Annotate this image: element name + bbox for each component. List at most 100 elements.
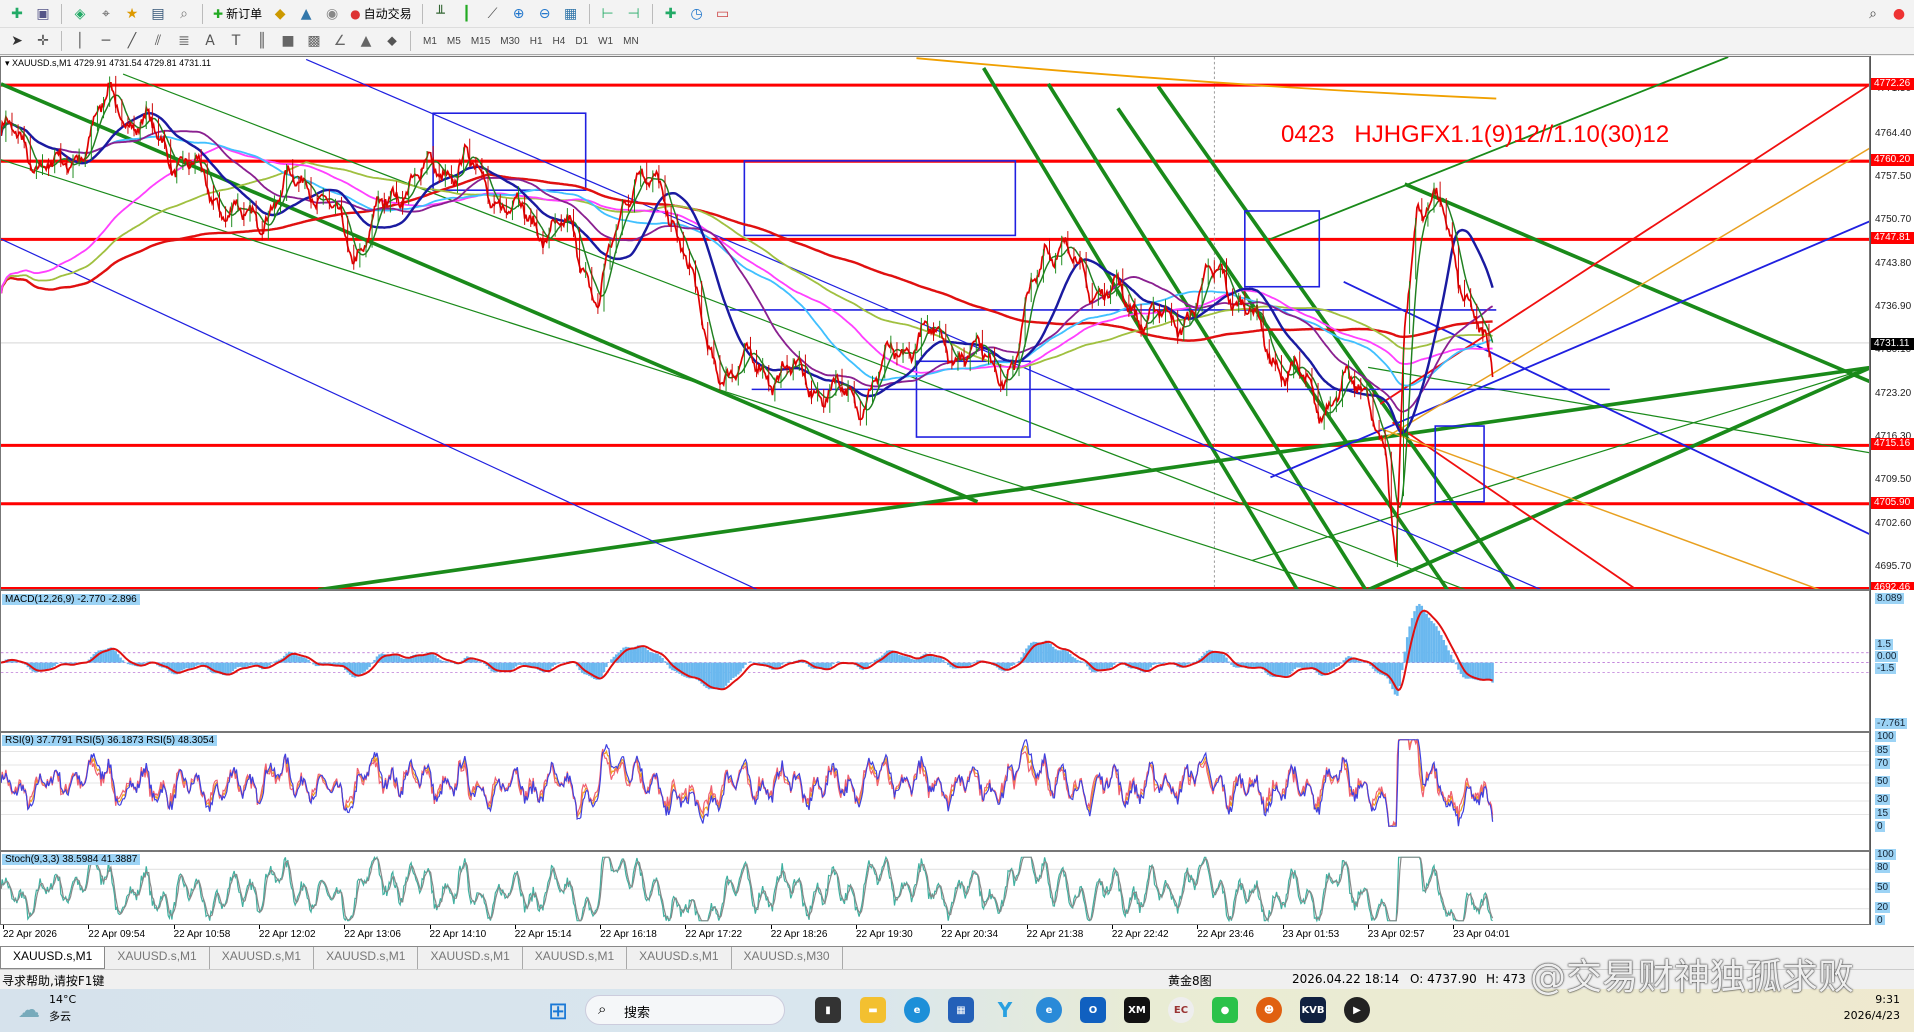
start-icon[interactable]: ⊞ xyxy=(548,997,568,1025)
taskbar-search[interactable]: ⌕ 搜索 xyxy=(585,995,785,1025)
arrows-icon[interactable]: ⬥ xyxy=(381,30,403,52)
signals-icon[interactable]: ◉ xyxy=(321,3,343,25)
cursor-icon[interactable]: ➤ xyxy=(6,30,28,52)
rsi-axis-label: 30 xyxy=(1875,794,1891,805)
navigator-icon[interactable]: ⌖ xyxy=(95,3,117,25)
timeframe-h1[interactable]: H1 xyxy=(525,36,548,47)
candlestick-icon[interactable]: ┃ xyxy=(456,3,478,25)
metaeditor-icon[interactable]: ◆ xyxy=(269,3,291,25)
timeframe-m5[interactable]: M5 xyxy=(442,36,466,47)
media-player-icon[interactable]: ▶ xyxy=(1344,997,1370,1023)
app-avatar-icon[interactable]: ☻ xyxy=(1256,997,1282,1023)
stoch-panel[interactable]: Stoch(9,3,3) 38.5984 41.3887 xyxy=(0,851,1870,925)
time-tick xyxy=(429,925,431,929)
zoom-out-icon[interactable]: ⊖ xyxy=(534,3,556,25)
help-text: 寻求帮助,请按F1键 xyxy=(2,974,105,988)
fibonacci-icon[interactable]: ≣ xyxy=(173,30,195,52)
chart-tab[interactable]: XAUUSD.s,M1 xyxy=(418,947,523,969)
trendline-icon[interactable]: ╱ xyxy=(121,30,143,52)
wechat-icon[interactable]: ● xyxy=(1212,997,1238,1023)
timeframe-d1[interactable]: D1 xyxy=(570,36,593,47)
crosshair-icon[interactable]: ✛ xyxy=(32,30,54,52)
timeframe-w1[interactable]: W1 xyxy=(593,36,618,47)
triangle-icon[interactable]: ▲ xyxy=(355,30,377,52)
price-chart[interactable]: ▾ XAUUSD.s,M1 4729.91 4731.54 4729.81 47… xyxy=(0,56,1870,590)
time-tick xyxy=(344,925,346,929)
chart-tab[interactable]: XAUUSD.s,M1 xyxy=(210,947,315,969)
main-toolbar: ✚ ▣ ◈ ⌖ ★ ▤ ⌕ ✚ 新订单 ◆ ▲ ◉ ● 自动交易 ╨ ┃ ⟋ ⊕ ⊖… xyxy=(0,0,1914,28)
tester-icon[interactable]: ⌕ xyxy=(173,3,195,25)
edge-icon[interactable]: e xyxy=(904,997,930,1023)
file-explorer-icon[interactable]: ▬ xyxy=(860,997,886,1023)
new-order-button[interactable]: ✚ 新订单 xyxy=(210,5,265,22)
bar-chart-icon[interactable]: ╨ xyxy=(430,3,452,25)
time-tick xyxy=(770,925,772,929)
task-view-icon[interactable]: ▮ xyxy=(815,997,841,1023)
app-icon[interactable]: Y xyxy=(992,997,1018,1023)
new-chart-icon[interactable]: ✚ xyxy=(6,3,28,25)
text-label-icon[interactable]: T xyxy=(225,30,247,52)
outlook-icon[interactable]: O xyxy=(1080,997,1106,1023)
time-axis-label: 22 Apr 18:26 xyxy=(770,929,828,940)
weather-temp: 14°C xyxy=(49,993,77,1006)
stoch-axis-label: 50 xyxy=(1875,882,1891,893)
moving-average-line xyxy=(1,161,1493,369)
rsi-axis-label: 85 xyxy=(1875,744,1891,756)
macd-panel[interactable]: MACD(12,26,9) -2.770 -2.896 xyxy=(0,590,1870,732)
edge-ai-icon[interactable]: e xyxy=(1036,997,1062,1023)
timeframe-h4[interactable]: H4 xyxy=(548,36,571,47)
profile-name: 黄金8图 xyxy=(1168,974,1212,988)
time-axis: 22 Apr 2026 22 Apr 09:54 22 Apr 10:58 22 Ap… xyxy=(0,925,1914,947)
kvb-icon[interactable]: KVB xyxy=(1300,997,1326,1023)
timeframe-mn[interactable]: MN xyxy=(618,36,644,47)
indicators-icon[interactable]: ✚ xyxy=(660,3,682,25)
profiles-icon[interactable]: ▣ xyxy=(32,3,54,25)
chart-header: ▾ XAUUSD.s,M1 4729.91 4731.54 4729.81 47… xyxy=(5,58,212,68)
rectangle-icon[interactable]: ■ xyxy=(277,30,299,52)
terminal-icon[interactable]: ▤ xyxy=(147,3,169,25)
timeframe-m30[interactable]: M30 xyxy=(495,36,524,47)
moving-average-line xyxy=(1,173,1493,342)
channel-line xyxy=(1367,366,1869,589)
auto-trading-button[interactable]: ● 自动交易 xyxy=(347,5,415,22)
chart-tab[interactable]: XAUUSD.s,M30 xyxy=(732,947,843,969)
price-axis[interactable]: 4771.504764.404757.504750.704743.804736.… xyxy=(1870,56,1914,594)
gann-line-icon[interactable]: ∠ xyxy=(329,30,351,52)
chart-tab[interactable]: XAUUSD.s,M1 xyxy=(627,947,732,969)
macd-axis: 8.089 1.5 0.00 -1.5 -7.761 xyxy=(1870,590,1914,732)
xm-icon[interactable]: XM xyxy=(1124,997,1150,1023)
timeframe-m1[interactable]: M1 xyxy=(418,36,442,47)
cycle-lines-icon[interactable]: ║ xyxy=(251,30,273,52)
autoscroll-icon[interactable]: ⊢ xyxy=(597,3,619,25)
channel-icon[interactable]: ⫽ xyxy=(147,30,169,52)
line-chart-icon[interactable]: ⟋ xyxy=(482,3,504,25)
rsi-panel[interactable]: RSI(9) 37.7791 RSI(5) 36.1873 RSI(5) 48.… xyxy=(0,732,1870,851)
notification-icon[interactable]: ● xyxy=(1888,3,1910,25)
vertical-line-icon[interactable]: │ xyxy=(69,30,91,52)
timeframe-m15[interactable]: M15 xyxy=(466,36,495,47)
ec-app-icon[interactable]: EC xyxy=(1168,997,1194,1023)
vps-icon[interactable]: ▲ xyxy=(295,3,317,25)
time-tick xyxy=(941,925,943,929)
weather-desc: 多云 xyxy=(49,1010,71,1023)
time-axis-label: 22 Apr 23:46 xyxy=(1197,929,1254,940)
tile-windows-icon[interactable]: ▦ xyxy=(560,3,582,25)
chart-tab[interactable]: XAUUSD.s,M1 xyxy=(523,947,628,969)
market-watch-icon[interactable]: ◈ xyxy=(69,3,91,25)
time-tick xyxy=(173,925,175,929)
text-icon[interactable]: A xyxy=(199,30,221,52)
horizontal-line-icon[interactable]: ─ xyxy=(95,30,117,52)
periods-icon[interactable]: ◷ xyxy=(686,3,708,25)
chart-shift-icon[interactable]: ⊣ xyxy=(623,3,645,25)
orange-trendline xyxy=(1379,147,1869,442)
templates-icon[interactable]: ▭ xyxy=(712,3,734,25)
store-icon[interactable]: ▦ xyxy=(948,997,974,1023)
chart-tab[interactable]: XAUUSD.s,M1 xyxy=(105,947,210,969)
watermark: @交易财神独孤求败 xyxy=(1530,957,1855,998)
gann-grid-icon[interactable]: ▩ xyxy=(303,30,325,52)
zoom-in-icon[interactable]: ⊕ xyxy=(508,3,530,25)
search-icon[interactable]: ⌕ xyxy=(1862,3,1884,25)
favorites-icon[interactable]: ★ xyxy=(121,3,143,25)
chart-tab[interactable]: XAUUSD.s,M1 xyxy=(314,947,419,969)
chart-tab[interactable]: XAUUSD.s,M1 xyxy=(0,947,106,969)
